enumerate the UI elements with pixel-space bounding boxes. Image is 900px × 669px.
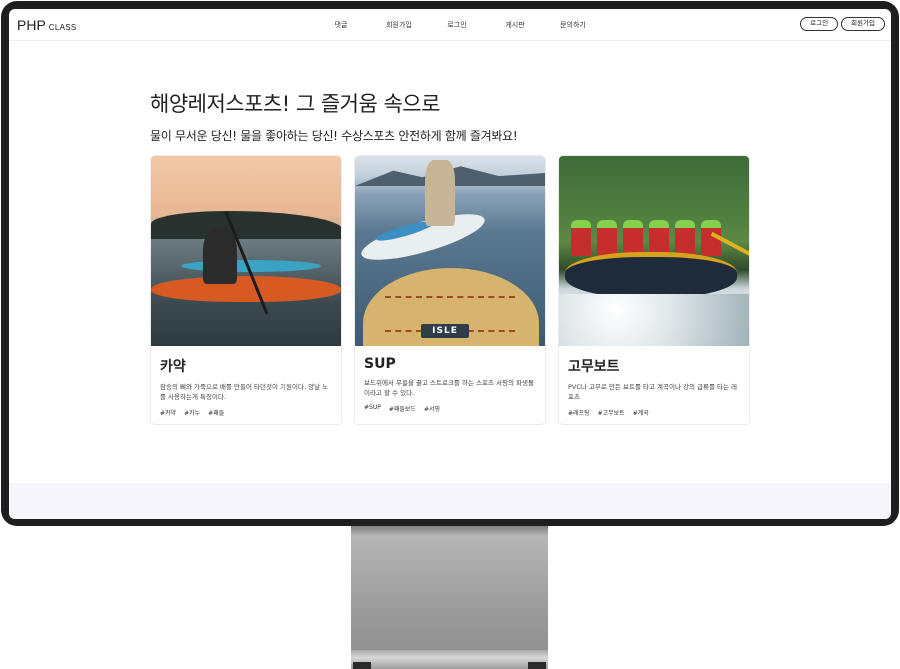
stand-foot xyxy=(528,662,546,669)
card-kayak[interactable]: 카약 잠승의 뼈와 가죽으로 배를 만들어 타던것이 기원이다. 양날 노를 사… xyxy=(150,155,342,425)
card-title: SUP xyxy=(364,356,396,372)
card-title: 카약 xyxy=(160,359,186,375)
card-list: 카약 잠승의 뼈와 가죽으로 배를 만들어 타던것이 기원이다. 양날 노를 사… xyxy=(150,155,750,425)
sup-photo: ISLE xyxy=(355,156,545,346)
nav-item-signup[interactable]: 회원가입 xyxy=(370,20,428,30)
page-title: 해양레저스포츠! 그 즐거움 속으로 xyxy=(150,92,440,116)
board-logo: ISLE xyxy=(421,324,469,338)
tag[interactable]: #카약 xyxy=(160,408,176,417)
tag-list: #래프팅 #고무보트 #계곡 xyxy=(568,408,740,417)
tag[interactable]: #고무보트 xyxy=(598,408,625,417)
tag[interactable]: #서핑 xyxy=(424,404,440,413)
auth-buttons: 로그인 회원가입 xyxy=(800,17,885,31)
logo-subtext: CLASS xyxy=(48,23,77,32)
tag-list: #카약 #카누 #패들 xyxy=(160,408,332,417)
site-logo[interactable]: PHP CLASS xyxy=(17,17,77,33)
stage: PHP CLASS 댓글 회원가입 로그인 게시판 문의하기 로그인 회원가입 해… xyxy=(0,0,900,669)
monitor-frame: PHP CLASS 댓글 회원가입 로그인 게시판 문의하기 로그인 회원가입 해… xyxy=(1,1,899,526)
card-description: 잠승의 뼈와 가죽으로 배를 만들어 타던것이 기원이다. 양날 노를 사용하는… xyxy=(160,383,329,401)
site-header: PHP CLASS 댓글 회원가입 로그인 게시판 문의하기 로그인 회원가입 xyxy=(9,9,891,41)
tag-list: #SUP #패들보드 #서핑 xyxy=(364,404,536,413)
tag[interactable]: #래프팅 xyxy=(568,408,590,417)
footer-band xyxy=(9,483,891,519)
monitor-stand-base xyxy=(351,650,548,669)
tag[interactable]: #계곡 xyxy=(633,408,649,417)
tag[interactable]: #패들 xyxy=(208,408,224,417)
nav-item-comments[interactable]: 댓글 xyxy=(312,20,370,30)
kayak-photo xyxy=(151,156,341,346)
stand-foot xyxy=(353,662,371,669)
nav-item-board[interactable]: 게시판 xyxy=(486,20,544,30)
tag[interactable]: #카누 xyxy=(184,408,200,417)
card-title: 고무보트 xyxy=(568,359,620,375)
rafting-photo xyxy=(559,156,749,346)
page-subtitle: 물이 무서운 당신! 물을 좋아하는 당신! 수상스포츠 안전하게 함께 즐겨봐… xyxy=(150,129,518,143)
card-description: PVC나 고무로 만든 보트를 타고 계곡이나 강의 급류를 타는 레포츠 xyxy=(568,383,738,401)
card-description: 보드위에서 무릎을 꿇고 스트로크를 하는 스포츠 서핑의 파생돌이라고 할 수… xyxy=(364,379,534,397)
logo-text: PHP xyxy=(17,17,46,33)
main-nav: 댓글 회원가입 로그인 게시판 문의하기 xyxy=(312,20,602,30)
tag[interactable]: #SUP xyxy=(364,404,381,413)
monitor-stand xyxy=(351,526,548,669)
screen: PHP CLASS 댓글 회원가입 로그인 게시판 문의하기 로그인 회원가입 해… xyxy=(9,9,891,519)
nav-item-contact[interactable]: 문의하기 xyxy=(544,20,602,30)
signup-button[interactable]: 회원가입 xyxy=(841,17,885,31)
card-sup[interactable]: ISLE SUP 보드위에서 무릎을 꿇고 스트로크를 하는 스포츠 서핑의 파… xyxy=(354,155,546,425)
nav-item-login[interactable]: 로그인 xyxy=(428,20,486,30)
tag[interactable]: #패들보드 xyxy=(389,404,416,413)
card-raft[interactable]: 고무보트 PVC나 고무로 만든 보트를 타고 계곡이나 강의 급류를 타는 레… xyxy=(558,155,750,425)
login-button[interactable]: 로그인 xyxy=(800,17,839,31)
